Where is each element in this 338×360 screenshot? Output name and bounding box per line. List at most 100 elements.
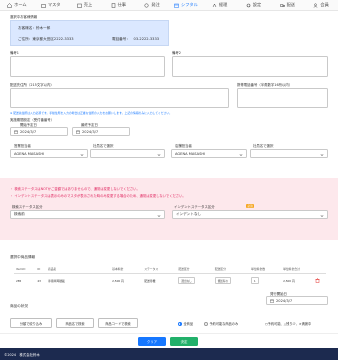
column-header <box>313 266 326 274</box>
radio-reservable-only[interactable]: 予約可能な商品のみ <box>204 321 238 326</box>
mobile-phone-input[interactable] <box>237 88 328 108</box>
radio-label: ○予約可能、△残り少、×満席中 <box>265 322 312 326</box>
column-header: ItemID <box>14 266 36 274</box>
top-nav: ホーム マスタ 売上 仕事 発注 シフタル 経理 設定 配送 会員 <box>0 0 338 11</box>
column-header: ID <box>35 266 47 274</box>
folder-icon <box>41 3 46 8</box>
cell-status: 配送待機 <box>144 278 156 283</box>
chevron-down-icon <box>80 153 84 156</box>
chevron-down-icon <box>320 214 324 217</box>
search-by-code-button[interactable]: 商品コードで検索 <box>98 318 138 328</box>
trash-icon[interactable] <box>315 278 320 283</box>
company-select-label: 社員名で選択 <box>93 144 114 148</box>
start-date-input[interactable]: 2024/3/7 <box>10 127 68 136</box>
chevron-down-icon <box>320 153 324 156</box>
column-header: 単位料金合計 <box>281 266 314 274</box>
operator-select[interactable]: AGENA MASASHI <box>171 149 247 158</box>
remarks2-label: 備考2 <box>172 51 181 55</box>
warning-line-1: ・ 検索ステータスはNOTかご金額ではありませんので、通常は変更しないでください… <box>10 187 140 191</box>
calendar-icon <box>14 130 18 134</box>
chevron-down-icon <box>157 153 161 156</box>
radio-label: 予約可能な商品のみ <box>209 322 239 326</box>
nav-item-label: 配送 <box>286 2 295 7</box>
nav-item-5[interactable]: シフタル <box>169 0 203 11</box>
owner-select[interactable]: AGENA MASASHI <box>10 149 88 158</box>
search-status-label: 検索ステータス区分 <box>12 205 43 209</box>
calendar-icon <box>270 299 274 303</box>
cell-name: 専用車両積載 <box>48 278 65 283</box>
chevron-down-icon <box>157 214 161 217</box>
nav-item-6[interactable]: 経理 <box>203 0 237 11</box>
column-header: 基本料金 <box>110 266 143 274</box>
products-table: ItemID ID 商品名 基本料金 ステータス 配送区分 配送区分 単位料金数… <box>14 266 326 288</box>
cell-id: 43 <box>37 278 41 283</box>
radio-label: 全商品 <box>183 322 194 326</box>
company2-select[interactable] <box>250 149 328 158</box>
nav-item-label: 設定 <box>252 2 262 7</box>
submit-button[interactable]: 決定 <box>170 337 198 346</box>
column-header: 配送区分 <box>176 266 213 274</box>
qty-input[interactable]: 1 <box>251 277 259 285</box>
radio-all-products[interactable]: 全商品 <box>178 321 193 326</box>
operator-label: 店舗担当者 <box>175 144 192 148</box>
issue-date-value: 2024/3/7 <box>276 298 293 303</box>
mobile-phone-label: 携帯電話番号（半角数字16桁以内） <box>237 83 293 87</box>
remarks2-textarea[interactable] <box>172 56 328 77</box>
column-header: 配送区分 <box>212 266 250 274</box>
owner-label: 営業担当者 <box>14 144 31 148</box>
indent-status-value: インデントなし <box>176 212 202 216</box>
nav-item-label: シフタル <box>181 2 198 7</box>
table-row: 285 43 専用車両積載 2,500 円 配送待機 選出なし 発送有の 1 2… <box>14 273 326 288</box>
indent-status-label: インデントステータス区分 <box>174 205 215 209</box>
clear-button[interactable]: クリア <box>138 337 166 346</box>
gear-icon <box>246 3 251 7</box>
nav-item-7[interactable]: 設定 <box>237 0 271 11</box>
nav-item-label: 発注 <box>151 2 160 7</box>
footer-copyright: ©2024 株式会社鈴木 <box>0 348 338 360</box>
cell-item-id: 285 <box>16 278 22 283</box>
nav-item-label: ホーム <box>14 2 27 7</box>
search-status-select[interactable]: 検索前 <box>10 210 165 219</box>
remarks1-label: 備考1 <box>10 51 19 55</box>
order-icon <box>144 3 149 7</box>
nav-item-3[interactable]: 仕事 <box>101 0 135 11</box>
column-header: 単位料金数 <box>249 266 282 274</box>
nav-item-2[interactable]: 売上 <box>68 0 102 11</box>
remarks1-textarea[interactable] <box>10 56 165 77</box>
nav-item-label: マスタ <box>47 2 61 7</box>
delivery-address-textarea[interactable] <box>10 88 229 108</box>
products-section-label: 選択中商品情報 <box>10 255 36 259</box>
start-date-value: 2024/3/7 <box>20 129 37 134</box>
nav-item-label: 会員 <box>320 2 329 7</box>
column-header: 商品名 <box>46 266 111 274</box>
job-icon <box>111 2 115 8</box>
customer-phone: 電話番号： 03-2222-3333 <box>112 37 160 41</box>
indent-status-select[interactable]: インデントなし <box>172 210 328 219</box>
delivery-address-label: 配送先住所（215文字以内） <box>10 83 54 87</box>
end-date-value: 2024/3/7 <box>82 129 99 134</box>
issue-date-input[interactable]: 2024/3/7 <box>266 296 328 305</box>
search-by-name-button[interactable]: 商品名で検索 <box>56 318 94 328</box>
customer-section-label: 選択中お客様情報 <box>10 15 38 19</box>
radio-availability-legend[interactable]: ○予約可能、△残り少、×満席中 <box>265 321 311 326</box>
nav-item-8[interactable]: 配送 <box>270 0 304 11</box>
nav-item-label: 経理 <box>218 2 228 7</box>
nav-item-0[interactable]: ホーム <box>0 0 34 11</box>
home-icon <box>7 2 12 8</box>
end-date-input[interactable]: 2024/3/7 <box>72 127 130 136</box>
ship2-select[interactable]: 発送有の <box>214 277 232 285</box>
customer-info-box: お客様名：鈴木一郎 ご住所：東京都大田区2222-3333 電話番号： 03-2… <box>10 20 169 46</box>
required-badge: 必須 <box>246 203 255 209</box>
nav-item-label: 売上 <box>83 2 93 7</box>
warning-line-2: ・ インデントステータスは表示のみのマスタが表示された時のみ変更する場合のため、… <box>10 194 186 198</box>
nav-item-1[interactable]: マスタ <box>34 0 68 11</box>
customer-name: お客様名：鈴木一郎 <box>18 26 51 30</box>
company-select[interactable] <box>90 149 165 158</box>
nav-item-4[interactable]: 発注 <box>135 0 169 11</box>
category-filter-button[interactable]: 分類で絞り込み <box>10 318 52 328</box>
radio-checked-icon <box>178 321 182 326</box>
ship1-select[interactable]: 選出なし <box>178 277 195 285</box>
product-status-label: 商品の状況 <box>10 304 28 308</box>
chevron-down-icon <box>239 153 243 156</box>
nav-item-9[interactable]: 会員 <box>304 0 338 11</box>
